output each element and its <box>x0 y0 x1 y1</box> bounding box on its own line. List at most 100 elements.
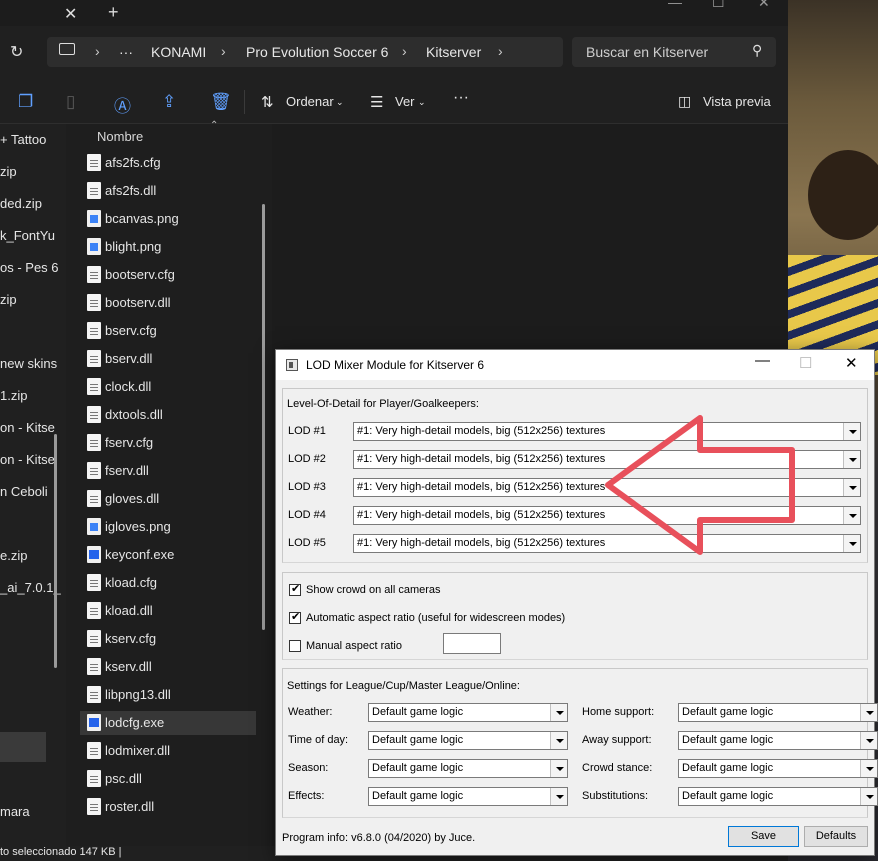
file-row[interactable]: kload.dll <box>80 599 256 623</box>
new-tab-icon[interactable]: + <box>108 2 119 23</box>
lod-select-value: #1: Very high-detail models, big (512x25… <box>357 453 606 465</box>
maximize-icon[interactable]: ☐ <box>712 0 725 11</box>
setting-select[interactable]: Default game logic <box>368 759 568 778</box>
close-window-icon[interactable]: ✕ <box>758 0 770 11</box>
view-button[interactable]: Ver <box>395 94 415 109</box>
auto-aspect-label[interactable]: Automatic aspect ratio (useful for wides… <box>306 612 565 624</box>
nav-item[interactable]: n Ceboli <box>0 484 48 499</box>
dialog-title-bar[interactable]: LOD Mixer Module for Kitserver 6 — ☐ ✕ <box>276 350 874 380</box>
dropdown-arrow-icon[interactable] <box>860 732 877 749</box>
file-row[interactable]: afs2fs.cfg <box>80 151 256 175</box>
defaults-button[interactable]: Defaults <box>804 826 868 847</box>
file-row[interactable]: roster.dll <box>80 795 256 819</box>
column-header-name[interactable]: Nombre <box>97 129 143 144</box>
file-row[interactable]: clock.dll <box>80 375 256 399</box>
copy-icon[interactable]: ❐ <box>18 92 33 112</box>
dropdown-arrow-icon[interactable] <box>843 479 860 496</box>
dropdown-arrow-icon[interactable] <box>860 788 877 805</box>
breadcrumb-pes6[interactable]: Pro Evolution Soccer 6 <box>246 44 388 60</box>
manual-aspect-input[interactable] <box>443 633 501 654</box>
setting-select[interactable]: Default game logic <box>678 787 878 806</box>
setting-select[interactable]: Default game logic <box>678 731 878 750</box>
minimize-icon[interactable]: — <box>755 352 770 369</box>
share-icon[interactable]: ⇪ <box>162 92 176 112</box>
rename-icon[interactable]: Ⓐ <box>114 92 131 117</box>
this-pc-icon <box>59 43 75 55</box>
executable-file-icon <box>87 714 101 731</box>
nav-item[interactable]: zip <box>0 292 17 307</box>
dropdown-arrow-icon[interactable] <box>860 760 877 777</box>
nav-item[interactable]: _ai_7.0.1_ <box>0 580 61 595</box>
file-row[interactable]: gloves.dll <box>80 487 256 511</box>
show-crowd-label[interactable]: Show crowd on all cameras <box>306 584 441 596</box>
minimize-icon[interactable]: — <box>668 0 682 10</box>
file-row[interactable]: blight.png <box>80 235 256 259</box>
dropdown-arrow-icon[interactable] <box>550 760 567 777</box>
nav-item[interactable]: on - Kitse <box>0 420 55 435</box>
file-row[interactable]: bootserv.cfg <box>80 263 256 287</box>
breadcrumb-kitserver[interactable]: Kitserver <box>426 44 481 60</box>
nav-item[interactable]: e.zip <box>0 548 27 563</box>
nav-item[interactable]: os - Pes 6 <box>0 260 59 275</box>
setting-select[interactable]: Default game logic <box>368 703 568 722</box>
file-row[interactable]: kload.cfg <box>80 571 256 595</box>
file-row[interactable]: psc.dll <box>80 767 256 791</box>
auto-aspect-checkbox[interactable]: ✔ <box>289 611 301 624</box>
dropdown-arrow-icon[interactable] <box>860 704 877 721</box>
nav-item[interactable]: k_FontYu <box>0 228 55 243</box>
nav-item[interactable]: 1.zip <box>0 388 27 403</box>
close-dialog-icon[interactable]: ✕ <box>845 354 858 372</box>
address-bar[interactable]: › ··· KONAMI › Pro Evolution Soccer 6 › … <box>47 37 563 67</box>
check-mark-icon: ✔ <box>291 611 301 623</box>
nav-item[interactable]: + Tattoo <box>0 132 46 147</box>
dropdown-arrow-icon[interactable] <box>843 535 860 552</box>
setting-select[interactable]: Default game logic <box>678 703 878 722</box>
file-row[interactable]: fserv.cfg <box>80 431 256 455</box>
tab-close-icon[interactable]: ✕ <box>64 4 77 24</box>
setting-select[interactable]: Default game logic <box>368 731 568 750</box>
file-row[interactable]: fserv.dll <box>80 459 256 483</box>
chevron-right-icon: › <box>498 43 503 59</box>
nav-item[interactable]: zip <box>0 164 17 179</box>
setting-select[interactable]: Default game logic <box>678 759 878 778</box>
manual-aspect-checkbox[interactable]: ✔ <box>289 640 301 652</box>
file-row[interactable]: bcanvas.png <box>80 207 256 231</box>
dropdown-arrow-icon[interactable] <box>843 507 860 524</box>
file-row[interactable]: lodmixer.dll <box>80 739 256 763</box>
dropdown-arrow-icon[interactable] <box>550 704 567 721</box>
file-row[interactable]: bootserv.dll <box>80 291 256 315</box>
file-row[interactable]: bserv.dll <box>80 347 256 371</box>
preview-pane-button[interactable]: Vista previa <box>703 94 771 109</box>
setting-select[interactable]: Default game logic <box>368 787 568 806</box>
dropdown-arrow-icon[interactable] <box>843 423 860 440</box>
file-row[interactable]: kserv.dll <box>80 655 256 679</box>
show-crowd-checkbox[interactable]: ✔ <box>289 583 301 596</box>
file-row[interactable]: dxtools.dll <box>80 403 256 427</box>
file-row[interactable]: keyconf.exe <box>80 543 256 567</box>
dropdown-arrow-icon[interactable] <box>843 451 860 468</box>
save-button[interactable]: Save <box>728 826 799 847</box>
nav-scrollbar[interactable] <box>54 434 57 668</box>
nav-item[interactable]: ded.zip <box>0 196 42 211</box>
file-row[interactable]: libpng13.dll <box>80 683 256 707</box>
nav-item[interactable]: on - Kitse <box>0 452 55 467</box>
search-input[interactable]: Buscar en Kitserver ⚲ <box>572 37 776 67</box>
more-options-button[interactable]: ··· <box>453 89 469 107</box>
breadcrumb-konami[interactable]: KONAMI <box>151 44 206 60</box>
paste-icon[interactable]: ▯ <box>66 92 75 112</box>
breadcrumb-more[interactable]: ··· <box>119 44 133 60</box>
file-row[interactable]: lodcfg.exe <box>80 711 256 735</box>
refresh-icon[interactable]: ↻ <box>10 42 23 62</box>
dropdown-arrow-icon[interactable] <box>550 788 567 805</box>
file-row[interactable]: igloves.png <box>80 515 256 539</box>
file-list-scrollbar[interactable] <box>262 204 265 630</box>
dropdown-arrow-icon[interactable] <box>550 732 567 749</box>
nav-item[interactable]: mara <box>0 804 30 819</box>
file-row[interactable]: kserv.cfg <box>80 627 256 651</box>
nav-item[interactable]: new skins <box>0 356 57 371</box>
manual-aspect-label[interactable]: Manual aspect ratio <box>306 640 402 652</box>
file-row[interactable]: afs2fs.dll <box>80 179 256 203</box>
delete-icon[interactable]: 🗑 <box>210 92 232 112</box>
file-row[interactable]: bserv.cfg <box>80 319 256 343</box>
sort-button[interactable]: Ordenar <box>286 94 334 109</box>
